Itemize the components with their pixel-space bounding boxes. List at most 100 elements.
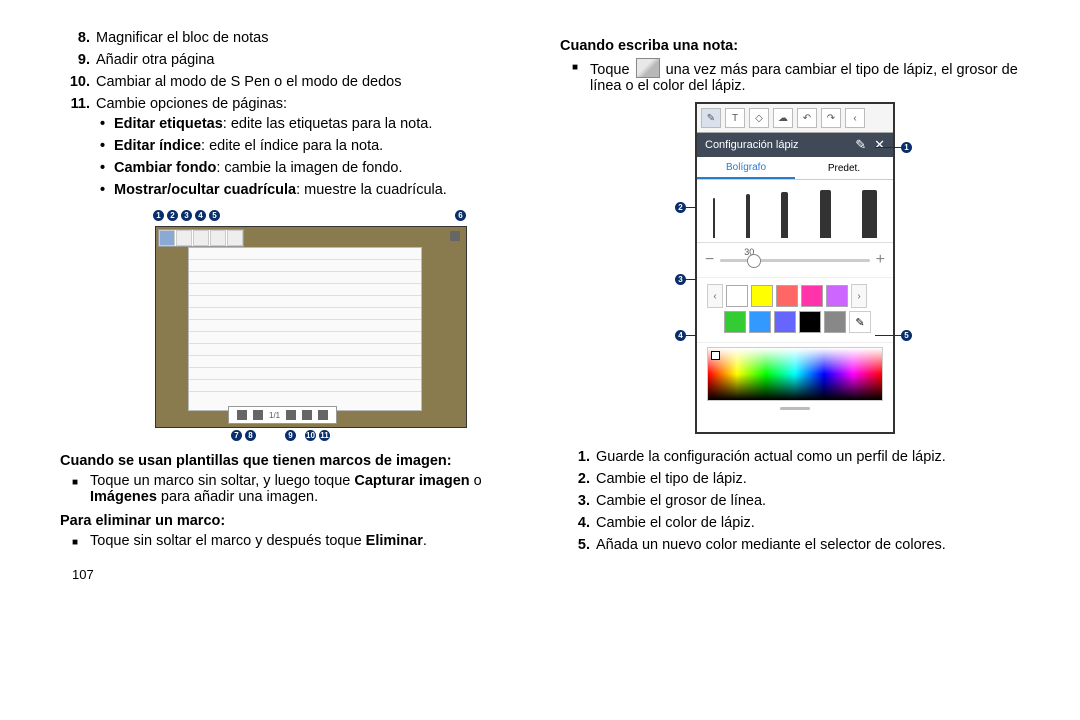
bottom-toolbar: 1/1: [228, 406, 337, 424]
notebook-paper: [188, 247, 422, 411]
callout-7: 7: [231, 430, 242, 441]
callout-11: 11: [319, 430, 330, 441]
color-swatch[interactable]: [774, 311, 796, 333]
manual-page: 8.Magnificar el bloc de notas 9.Añadir o…: [0, 0, 1080, 592]
color-swatch[interactable]: [824, 311, 846, 333]
pen-tool-icon[interactable]: ✎: [701, 108, 721, 128]
callout-4: 4: [675, 330, 686, 341]
close-icon[interactable]: ✕: [874, 137, 885, 153]
list-text: Cambie opciones de páginas:: [96, 96, 287, 112]
color-swatch[interactable]: [826, 285, 848, 307]
color-swatch[interactable]: [801, 285, 823, 307]
color-swatch[interactable]: [726, 285, 748, 307]
list-item: 2.Cambie el tipo de lápiz.: [586, 471, 1020, 487]
menu-icon[interactable]: [450, 231, 460, 241]
text-tool-icon[interactable]: [176, 230, 192, 246]
magnify-icon[interactable]: [253, 410, 263, 420]
callout-10: 10: [305, 430, 316, 441]
pen-tabs: Bolígrafo Predet.: [697, 157, 893, 180]
page-number: 107: [72, 567, 520, 582]
pen-tool-icon[interactable]: [159, 230, 175, 246]
callout-line: [686, 279, 696, 280]
color-gradient-picker[interactable]: [707, 347, 883, 401]
heading-templates: Cuando se usan plantillas que tienen mar…: [60, 453, 520, 469]
callout-2: 2: [167, 210, 178, 221]
size-slider-row: − 30 +: [697, 243, 893, 278]
color-swatch[interactable]: [749, 311, 771, 333]
undo-icon[interactable]: [210, 230, 226, 246]
text: Toque: [590, 62, 634, 78]
callout-4: 4: [195, 210, 206, 221]
chevron-left-icon[interactable]: ‹: [707, 284, 723, 308]
brush-preview-row[interactable]: [697, 180, 893, 243]
undo-icon[interactable]: ↶: [797, 108, 817, 128]
text: o: [470, 473, 482, 489]
options-icon[interactable]: [318, 410, 328, 420]
brush-sample: [713, 198, 715, 238]
slider-knob[interactable]: [747, 254, 761, 268]
callout-1: 1: [901, 142, 912, 153]
list-item: 4.Cambie el color de lápiz.: [586, 515, 1020, 531]
text: Toque sin soltar el marco y después toqu…: [90, 533, 366, 549]
tab-predet[interactable]: Predet.: [795, 157, 893, 179]
shape-icon[interactable]: ☁: [773, 108, 793, 128]
drag-handle[interactable]: [780, 407, 810, 410]
callout-9: 9: [285, 430, 296, 441]
callout-3: 3: [675, 274, 686, 285]
color-swatch[interactable]: [799, 311, 821, 333]
list-text: Añada un nuevo color mediante el selecto…: [596, 537, 946, 553]
color-swatch[interactable]: [724, 311, 746, 333]
callout-5: 5: [901, 330, 912, 341]
color-swatch[interactable]: [776, 285, 798, 307]
list-number: 4.: [560, 515, 590, 531]
size-slider[interactable]: 30: [720, 259, 869, 262]
list-number: 2.: [560, 471, 590, 487]
eraser-icon[interactable]: ◇: [749, 108, 769, 128]
sub-item: Editar etiquetas: edite las etiquetas pa…: [114, 116, 520, 132]
collapse-icon[interactable]: ‹: [845, 108, 865, 128]
gradient-cursor[interactable]: [711, 351, 720, 360]
color-palette: ‹ › ✎: [697, 278, 893, 343]
redo-icon[interactable]: [227, 230, 243, 246]
text-tool-icon[interactable]: T: [725, 108, 745, 128]
list-item: 3.Cambie el grosor de línea.: [586, 493, 1020, 509]
grid-icon[interactable]: [237, 410, 247, 420]
sub-item: Mostrar/ocultar cuadrícula: muestre la c…: [114, 182, 520, 198]
redo-icon[interactable]: ↷: [821, 108, 841, 128]
list-text: Cambiar al modo de S Pen o el modo de de…: [96, 74, 402, 90]
figure-notebook: 1/1 1 2 3 4 5 6 7 8 9 10 11: [125, 208, 455, 443]
chevron-right-icon[interactable]: ›: [851, 284, 867, 308]
plus-button[interactable]: +: [876, 251, 885, 269]
mode-icon[interactable]: [302, 410, 312, 420]
callout-8: 8: [245, 430, 256, 441]
brush-sample: [862, 190, 877, 238]
sub-bold: Editar etiquetas: [114, 116, 223, 132]
add-page-icon[interactable]: [286, 410, 296, 420]
intro-list: Toque una vez más para cambiar el tipo d…: [560, 58, 1020, 94]
pen-tool-icon: [636, 58, 660, 78]
heading-write-note: Cuando escriba una nota:: [560, 38, 1020, 54]
pen-steps-list: 1.Guarde la configuración actual como un…: [560, 449, 1020, 553]
list-text: Magnificar el bloc de notas: [96, 30, 269, 46]
text: para añadir una imagen.: [157, 489, 318, 505]
list-text: Cambie el tipo de lápiz.: [596, 471, 747, 487]
callout-line: [686, 207, 696, 208]
sub-text: : muestre la cuadrícula.: [296, 182, 447, 198]
save-profile-icon[interactable]: ✎: [855, 137, 866, 153]
templates-list: Toque un marco sin soltar, y luego toque…: [60, 473, 520, 505]
text-bold: Imágenes: [90, 489, 157, 505]
list-number: 3.: [560, 493, 590, 509]
callout-2: 2: [675, 202, 686, 213]
heading-remove-frame: Para eliminar un marco:: [60, 513, 520, 529]
tab-boligrafo[interactable]: Bolígrafo: [697, 157, 795, 179]
eraser-tool-icon[interactable]: [193, 230, 209, 246]
color-swatch[interactable]: [751, 285, 773, 307]
text: .: [423, 533, 427, 549]
notebook-screenshot: 1/1: [155, 226, 467, 428]
list-number: 10.: [60, 74, 90, 90]
eyedropper-icon[interactable]: ✎: [849, 311, 871, 333]
config-header: Configuración lápiz ✎ ✕: [697, 133, 893, 157]
callout-line: [875, 335, 901, 336]
list-item: Toque una vez más para cambiar el tipo d…: [590, 58, 1020, 94]
minus-button[interactable]: −: [705, 251, 714, 269]
